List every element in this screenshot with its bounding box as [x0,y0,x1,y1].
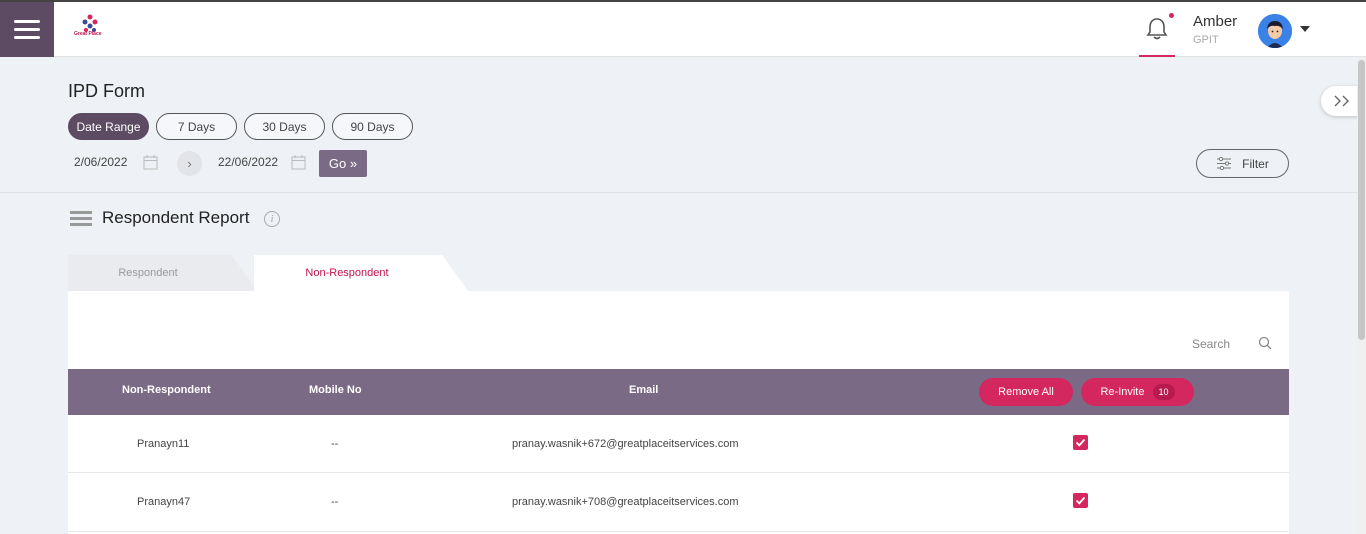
logo-text: Great Place [74,31,102,37]
bell-icon [1146,18,1168,40]
filter-label: Filter [1242,156,1269,171]
sliders-icon [1217,157,1232,170]
calendar-icon[interactable] [291,154,306,170]
company-logo [82,14,98,32]
go-button[interactable]: Go » [319,150,367,177]
avatar[interactable] [1258,14,1292,48]
reinvite-label: Re-Invite [1100,386,1145,398]
notification-dot [1169,13,1174,18]
start-date-field[interactable]: 2/06/2022 [74,155,127,169]
row-email: pranay.wasnik+708@greatplaceitservices.c… [512,496,739,508]
list-icon-bar [70,211,92,214]
notification-button[interactable] [1139,2,1175,57]
row-mobile: -- [331,438,339,450]
column-header-email: Email [629,384,659,396]
section-divider [0,192,1357,193]
list-icon-bar [70,223,92,226]
row-name: Pranayn11 [137,438,190,450]
checkmark-icon [1075,438,1086,447]
tab-non-respondent[interactable]: Non-Respondent [254,255,468,291]
end-date-field[interactable]: 22/06/2022 [218,155,278,169]
menu-bar [14,28,40,31]
row-mobile: -- [331,496,339,508]
row-name: Pranayn47 [137,496,191,508]
tab-respondent[interactable]: Respondent [68,255,258,291]
menu-bar [14,36,40,39]
page-title: IPD Form [68,81,146,101]
user-org: GPIT [1193,34,1219,46]
info-icon[interactable]: i [264,211,280,227]
range-7-days-button[interactable]: 7 Days [156,113,237,140]
report-title: Respondent Report [102,208,250,227]
calendar-icon[interactable] [143,154,158,170]
search-icon[interactable] [1258,336,1272,350]
double-chevron-right-icon [1334,95,1349,107]
avatar-face-icon [1258,14,1292,48]
reinvite-button[interactable]: Re-Invite 10 [1081,378,1194,406]
filter-button[interactable]: Filter [1196,149,1289,178]
chevron-right-icon[interactable]: › [177,151,202,176]
remove-all-button[interactable]: Remove All [979,378,1073,406]
list-icon-bar [70,217,92,220]
menu-bar [14,20,40,23]
scrollbar-thumb[interactable] [1358,60,1365,340]
column-header-non-respondent: Non-Respondent [122,384,211,396]
list-icon[interactable] [70,211,92,229]
range-90-days-button[interactable]: 90 Days [332,113,413,140]
row-checkbox[interactable] [1073,493,1088,508]
checkmark-icon [1075,496,1086,505]
row-email: pranay.wasnik+672@greatplaceitservices.c… [512,438,739,450]
range-date-range-button[interactable]: Date Range [68,113,149,140]
user-name: Amber [1193,13,1238,30]
top-bar: Great Place Amber GPIT [0,0,1366,57]
reinvite-count-badge: 10 [1152,384,1175,400]
row-checkbox[interactable] [1073,435,1088,450]
column-header-mobile: Mobile No [309,384,362,396]
hamburger-menu-button[interactable] [0,2,54,57]
user-dropdown-caret-icon[interactable] [1300,26,1310,32]
range-30-days-button[interactable]: 30 Days [244,113,325,140]
search-input[interactable]: Search [1192,337,1230,351]
